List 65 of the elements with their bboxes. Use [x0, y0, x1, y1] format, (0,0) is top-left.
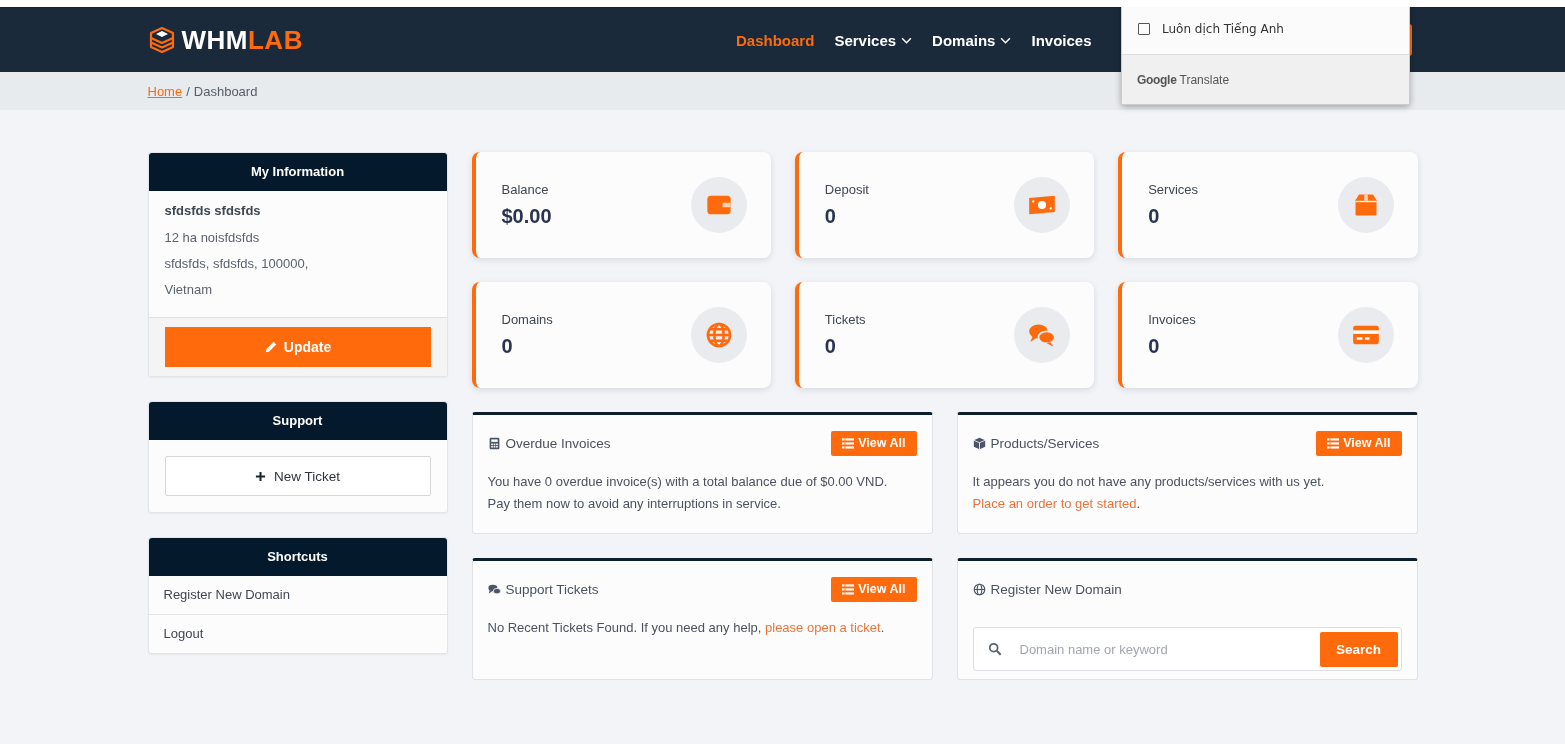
nav-link[interactable]: Domains	[932, 31, 1012, 49]
view-all-button[interactable]: View All	[1316, 430, 1402, 456]
new-ticket-button[interactable]: New Ticket	[164, 456, 431, 496]
breadcrumb-separator: /	[186, 83, 190, 99]
nav-link[interactable]: Dashboard	[736, 31, 815, 49]
stat-value: 0	[1148, 205, 1161, 228]
panel-title: Support Tickets	[505, 581, 599, 597]
stat-label: Balance	[501, 182, 550, 197]
brand-logo-text: WHMLAB	[181, 24, 303, 56]
address-line: 12 ha noisfdsfds	[164, 229, 261, 247]
card-header: Support	[148, 402, 447, 440]
globe-icon	[972, 582, 986, 596]
card-header: My Information	[148, 153, 447, 191]
panel-title: Register New Domain	[990, 581, 1122, 597]
brand-name: Google	[1137, 72, 1177, 87]
caret-icon	[901, 36, 913, 44]
stat-value: 0	[501, 335, 514, 358]
panel-text: You have 0 overdue invoice(s) with a total balance due of $0.00 VND. Pay them now to avoid any interruptions in service.	[487, 473, 889, 513]
panel-title: Products/Services	[990, 435, 1100, 451]
stat-value: 0	[1148, 335, 1161, 358]
customer-name: sfdsfds sfdsfds	[164, 203, 262, 218]
product-name: Translate	[1179, 72, 1230, 87]
card-header: Shortcuts	[148, 538, 447, 576]
shortcut-link[interactable]: Register New Domain	[148, 576, 447, 614]
search-icon	[987, 642, 1002, 656]
cube-icon	[972, 436, 986, 450]
stat-label: Tickets	[824, 312, 866, 327]
list-icon	[842, 437, 855, 449]
nav-link[interactable]: Invoices	[1031, 31, 1092, 49]
stat-label: Domains	[501, 312, 553, 327]
list-icon	[1327, 437, 1340, 449]
breadcrumb-link[interactable]: Home	[147, 83, 183, 99]
checkbox-row[interactable]: Luôn dịch Tiếng Anh	[1122, 7, 1409, 54]
shortcut-link[interactable]: Logout	[148, 614, 447, 653]
stat-value: 0	[824, 205, 837, 228]
panel-title: Overdue Invoices	[505, 435, 611, 451]
list-icon	[842, 583, 855, 595]
caret-icon	[1000, 36, 1012, 44]
address-line: sfdsfds, sfdsfds, 100000,	[164, 255, 310, 273]
checkbox[interactable]	[1138, 23, 1150, 35]
plus-icon	[255, 470, 266, 482]
text-link[interactable]: Place an order to get started	[972, 496, 1137, 511]
stat-label: Deposit	[824, 182, 869, 197]
view-all-button[interactable]: View All	[831, 576, 917, 602]
stacked-cube-logo-icon	[147, 26, 176, 54]
stat-value: 0	[824, 335, 837, 358]
text-link[interactable]: please open a ticket	[765, 620, 881, 635]
calculator-icon	[487, 436, 501, 450]
panel-text: No Recent Tickets Found. If you need any help, please open a ticket.	[487, 619, 886, 637]
checkbox-label: Luôn dịch Tiếng Anh	[1162, 22, 1284, 36]
address-line: Vietnam	[164, 281, 213, 299]
stat-label: Services	[1148, 182, 1198, 197]
update-button[interactable]: Update	[164, 327, 431, 367]
panel-text: It appears you do not have any products/services with us yet.	[972, 473, 1326, 491]
pencil-icon	[263, 340, 278, 354]
chat-bubbles-icon	[487, 582, 501, 596]
domain-search-field[interactable]: Domain name or keyword Search	[972, 627, 1402, 671]
stat-label: Invoices	[1148, 312, 1196, 327]
breadcrumb-current: Dashboard	[193, 83, 258, 99]
search-button[interactable]: Search	[1319, 631, 1398, 667]
globe-icon	[704, 321, 733, 349]
stat-value: $0.00	[501, 205, 552, 228]
nav-link[interactable]: Services	[834, 31, 913, 49]
panel-text: Place an order to get started.	[972, 495, 1142, 513]
view-all-button[interactable]: View All	[831, 430, 917, 456]
